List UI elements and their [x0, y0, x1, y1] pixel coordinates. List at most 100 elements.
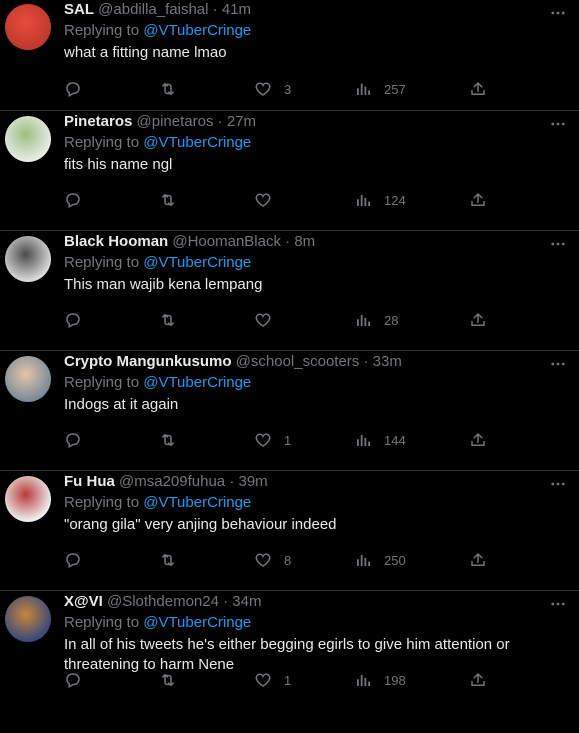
- views-button[interactable]: 250: [354, 550, 406, 570]
- tweet-text: fits his name ngl: [64, 156, 173, 173]
- tweet-header: Black Hooman @HoomanBlack · 8m: [64, 232, 539, 252]
- like-button[interactable]: 1: [254, 430, 291, 450]
- display-name[interactable]: Black Hooman: [64, 233, 168, 250]
- replying-label: Replying to: [64, 614, 140, 631]
- tweet-actions: 28: [64, 310, 494, 330]
- views-button[interactable]: 198: [354, 670, 406, 690]
- reply-feed: SAL @abdilla_faishal · 41m Replying to @…: [0, 0, 579, 711]
- retweet-button[interactable]: [159, 79, 177, 99]
- like-button[interactable]: [254, 310, 284, 330]
- timestamp[interactable]: 27m: [227, 113, 256, 130]
- share-button[interactable]: [469, 79, 487, 99]
- tweet-card[interactable]: Black Hooman @HoomanBlack · 8m Replying …: [0, 231, 579, 351]
- views-button[interactable]: 144: [354, 430, 406, 450]
- like-icon: [254, 80, 272, 98]
- reply-button[interactable]: [64, 670, 82, 690]
- timestamp[interactable]: 34m: [232, 593, 261, 610]
- display-name[interactable]: X@VI: [64, 593, 103, 610]
- like-button[interactable]: 1: [254, 670, 291, 690]
- tweet-actions: 3 257: [64, 79, 494, 99]
- more-icon[interactable]: [549, 115, 567, 133]
- replying-to-link[interactable]: @VTuberCringe: [143, 494, 251, 511]
- replying-to-link[interactable]: @VTuberCringe: [143, 22, 251, 39]
- reply-button[interactable]: [64, 310, 82, 330]
- share-button[interactable]: [469, 670, 487, 690]
- avatar[interactable]: [5, 236, 51, 282]
- retweet-button[interactable]: [159, 190, 177, 210]
- like-icon: [254, 551, 272, 569]
- retweet-button[interactable]: [159, 550, 177, 570]
- avatar[interactable]: [5, 356, 51, 402]
- reply-icon: [64, 431, 82, 449]
- user-handle[interactable]: @school_scooters: [236, 353, 360, 370]
- user-handle[interactable]: @msa209fuhua: [119, 473, 225, 490]
- timestamp[interactable]: 33m: [373, 353, 402, 370]
- like-icon: [254, 311, 272, 329]
- like-button[interactable]: 3: [254, 79, 291, 99]
- retweet-button[interactable]: [159, 670, 177, 690]
- views-button[interactable]: 28: [354, 310, 398, 330]
- replying-label: Replying to: [64, 22, 140, 39]
- user-handle[interactable]: @abdilla_faishal: [98, 1, 208, 18]
- replying-to-link[interactable]: @VTuberCringe: [143, 374, 251, 391]
- share-icon: [469, 671, 487, 689]
- retweet-icon: [159, 431, 177, 449]
- tweet-card[interactable]: Fu Hua @msa209fuhua · 39m Replying to @V…: [0, 471, 579, 591]
- retweet-icon: [159, 311, 177, 329]
- reply-button[interactable]: [64, 430, 82, 450]
- more-icon[interactable]: [549, 595, 567, 613]
- tweet-card[interactable]: X@VI @Slothdemon24 · 34m Replying to @VT…: [0, 591, 579, 711]
- reply-button[interactable]: [64, 550, 82, 570]
- tweet-header: SAL @abdilla_faishal · 41m: [64, 0, 539, 20]
- user-handle[interactable]: @Slothdemon24: [107, 593, 219, 610]
- tweet-card[interactable]: Pinetaros @pinetaros · 27m Replying to @…: [0, 111, 579, 231]
- view-count: 124: [384, 192, 406, 208]
- timestamp[interactable]: 41m: [222, 1, 251, 18]
- timestamp[interactable]: 39m: [239, 473, 268, 490]
- replying-to: Replying to @VTuberCringe: [64, 253, 539, 273]
- like-button[interactable]: [254, 190, 284, 210]
- views-icon: [354, 671, 372, 689]
- view-count: 250: [384, 552, 406, 568]
- reply-button[interactable]: [64, 190, 82, 210]
- more-icon[interactable]: [549, 235, 567, 253]
- tweet-text: "orang gila" very anjing behaviour indee…: [64, 516, 337, 533]
- more-icon[interactable]: [549, 355, 567, 373]
- display-name[interactable]: SAL: [64, 1, 94, 18]
- more-icon[interactable]: [549, 475, 567, 493]
- reply-button[interactable]: [64, 79, 82, 99]
- avatar[interactable]: [5, 4, 51, 50]
- share-button[interactable]: [469, 190, 487, 210]
- share-button[interactable]: [469, 430, 487, 450]
- replying-to-link[interactable]: @VTuberCringe: [143, 134, 251, 151]
- share-button[interactable]: [469, 310, 487, 330]
- retweet-button[interactable]: [159, 310, 177, 330]
- user-handle[interactable]: @pinetaros: [137, 113, 214, 130]
- replying-to: Replying to @VTuberCringe: [64, 493, 539, 513]
- display-name[interactable]: Fu Hua: [64, 473, 115, 490]
- replying-to-link[interactable]: @VTuberCringe: [143, 614, 251, 631]
- avatar[interactable]: [5, 116, 51, 162]
- display-name[interactable]: Pinetaros: [64, 113, 132, 130]
- views-button[interactable]: 257: [354, 79, 406, 99]
- replying-to: Replying to @VTuberCringe: [64, 613, 539, 633]
- more-icon[interactable]: [549, 4, 567, 22]
- share-button[interactable]: [469, 550, 487, 570]
- views-icon: [354, 311, 372, 329]
- user-handle[interactable]: @HoomanBlack: [172, 233, 281, 250]
- avatar[interactable]: [5, 596, 51, 642]
- avatar[interactable]: [5, 476, 51, 522]
- replying-to-link[interactable]: @VTuberCringe: [143, 254, 251, 271]
- timestamp[interactable]: 8m: [294, 233, 315, 250]
- tweet-actions: 1 144: [64, 430, 494, 450]
- tweet-header: Fu Hua @msa209fuhua · 39m: [64, 472, 539, 492]
- display-name[interactable]: Crypto Mangunkusumo: [64, 353, 232, 370]
- like-button[interactable]: 8: [254, 550, 291, 570]
- share-icon: [469, 191, 487, 209]
- like-icon: [254, 191, 272, 209]
- retweet-button[interactable]: [159, 430, 177, 450]
- tweet-card[interactable]: SAL @abdilla_faishal · 41m Replying to @…: [0, 0, 579, 111]
- tweet-card[interactable]: Crypto Mangunkusumo @school_scooters · 3…: [0, 351, 579, 471]
- views-button[interactable]: 124: [354, 190, 406, 210]
- reply-icon: [64, 551, 82, 569]
